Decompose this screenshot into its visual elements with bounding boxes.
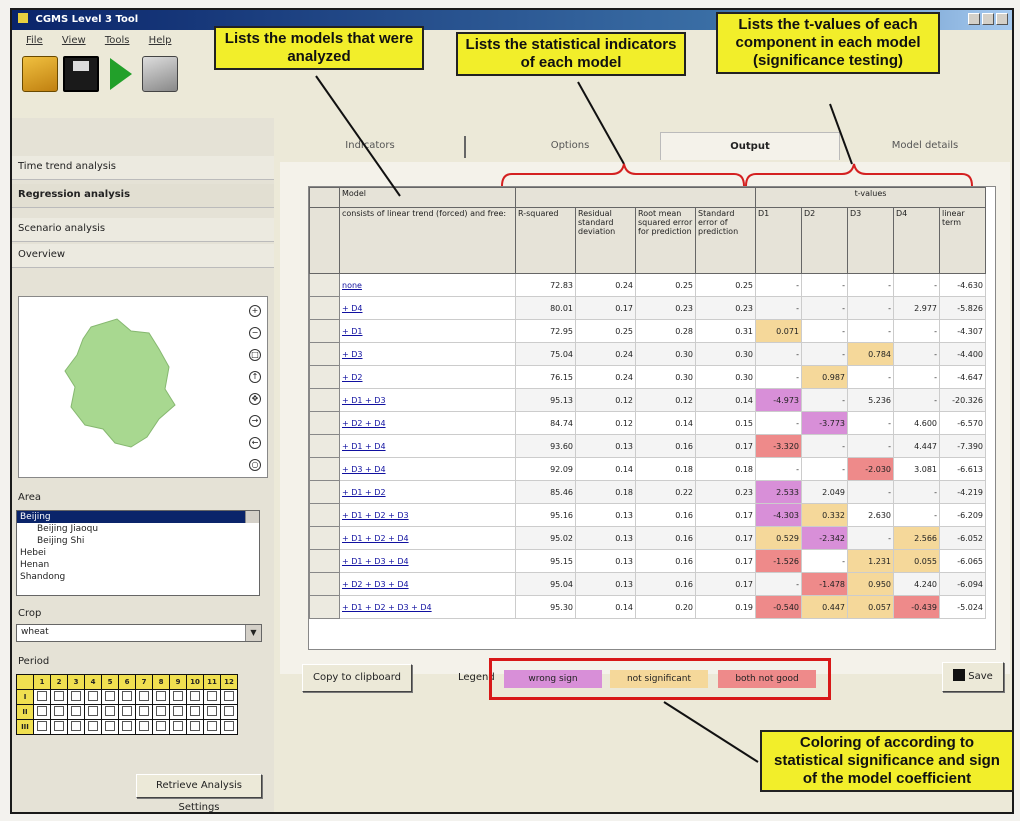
callout-indicators: Lists the statistical indicators of each…	[456, 32, 686, 76]
annotation-overlay	[315, 75, 973, 763]
callout-models: Lists the models that were analyzed	[214, 26, 424, 70]
callout-coloring: Coloring of according to statistical sig…	[760, 730, 1014, 792]
callout-tvalues: Lists the t-values of each component in …	[716, 12, 940, 74]
